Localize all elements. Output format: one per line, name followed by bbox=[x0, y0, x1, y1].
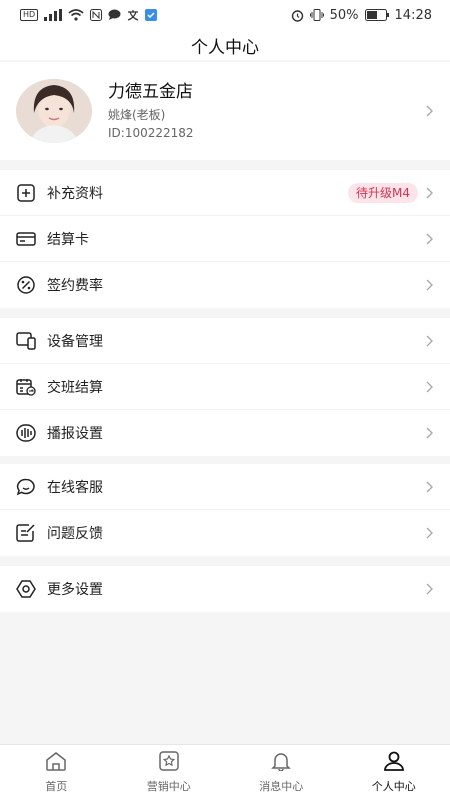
home-icon bbox=[45, 751, 67, 775]
menu-item-label: 设备管理 bbox=[47, 333, 103, 350]
user-icon bbox=[383, 751, 405, 775]
nav-bar: 个人中心 bbox=[0, 30, 450, 60]
chevron-right-icon bbox=[424, 186, 434, 200]
clock: 14:28 bbox=[394, 7, 432, 23]
status-left: HD bbox=[20, 9, 158, 21]
settings-icon bbox=[16, 579, 36, 599]
menu-group-settings: 更多设置 bbox=[0, 566, 450, 612]
menu-item-contract-rate[interactable]: 签约费率 bbox=[0, 262, 450, 308]
sound-wave-icon bbox=[16, 423, 36, 443]
chevron-right-icon bbox=[424, 380, 434, 394]
menu-item-label: 结算卡 bbox=[47, 231, 89, 248]
avatar[interactable] bbox=[16, 79, 92, 143]
alarm-icon bbox=[291, 9, 304, 22]
card-icon bbox=[16, 229, 36, 249]
menu-item-label: 更多设置 bbox=[47, 582, 103, 598]
upgrade-badge: 待升级M4 bbox=[348, 182, 418, 203]
calendar-transfer-icon bbox=[16, 377, 36, 397]
tab-label: 首页 bbox=[45, 780, 68, 793]
chat-icon bbox=[16, 477, 36, 497]
menu-item-more-settings[interactable]: 更多设置 bbox=[0, 566, 450, 612]
edit-note-icon bbox=[16, 523, 36, 543]
tab-label: 消息中心 bbox=[259, 780, 304, 793]
tab-marketing[interactable]: 营销中心 bbox=[113, 745, 226, 800]
menu-group-account: 补充资料 待升级M4 结算卡 签约费率 bbox=[0, 170, 450, 308]
percent-icon bbox=[16, 275, 36, 295]
chevron-right-icon bbox=[424, 480, 434, 494]
marketing-icon bbox=[158, 751, 180, 775]
menu-item-settlement-card[interactable]: 结算卡 bbox=[0, 216, 450, 262]
menu-item-label: 签约费率 bbox=[47, 278, 103, 294]
wifi-icon bbox=[68, 9, 84, 21]
profile-card[interactable]: 力德五金店 姚烽(老板) ID:100222182 bbox=[0, 62, 450, 160]
bell-icon bbox=[270, 751, 292, 775]
hd-badge: HD bbox=[20, 9, 39, 21]
menu-item-feedback[interactable]: 问题反馈 bbox=[0, 510, 450, 556]
bottom-tab-bar: 首页 营销中心 消息中心 个人中心 bbox=[0, 744, 450, 800]
menu-item-label: 补充资料 bbox=[47, 185, 103, 202]
status-right: 50% 14:28 bbox=[291, 8, 432, 23]
message-bubble-icon bbox=[108, 9, 121, 21]
menu-item-label: 播报设置 bbox=[47, 426, 103, 442]
status-bar: HD 50% 14:28 bbox=[0, 0, 450, 30]
translate-icon bbox=[127, 9, 139, 21]
page-title: 个人中心 bbox=[191, 37, 259, 58]
app-notification-icon bbox=[145, 9, 158, 21]
chevron-right-icon bbox=[424, 526, 434, 540]
tab-label: 营销中心 bbox=[146, 780, 191, 793]
menu-group-device: 设备管理 交班结算 播报设置 bbox=[0, 318, 450, 456]
owner-name: 姚烽(老板) bbox=[108, 108, 166, 122]
menu-item-supplement-info[interactable]: 补充资料 待升级M4 bbox=[0, 170, 450, 216]
menu-item-broadcast-settings[interactable]: 播报设置 bbox=[0, 410, 450, 456]
menu-item-device-management[interactable]: 设备管理 bbox=[0, 318, 450, 364]
battery-percentage: 50% bbox=[329, 7, 359, 23]
chevron-right-icon bbox=[424, 426, 434, 440]
menu-item-label: 在线客服 bbox=[47, 479, 103, 496]
chevron-right-icon bbox=[424, 104, 434, 118]
cellular-signal-icon bbox=[44, 9, 63, 21]
profile-info: 力德五金店 姚烽(老板) ID:100222182 bbox=[108, 80, 424, 142]
chevron-right-icon bbox=[424, 334, 434, 348]
tab-messages[interactable]: 消息中心 bbox=[225, 745, 338, 800]
tab-profile[interactable]: 个人中心 bbox=[338, 745, 450, 800]
menu-group-support: 在线客服 问题反馈 bbox=[0, 464, 450, 556]
chevron-right-icon bbox=[424, 232, 434, 246]
battery-icon bbox=[364, 9, 389, 21]
menu-item-label: 问题反馈 bbox=[47, 526, 103, 542]
tab-home[interactable]: 首页 bbox=[0, 745, 113, 800]
menu-item-shift-settlement[interactable]: 交班结算 bbox=[0, 364, 450, 410]
add-document-icon bbox=[16, 183, 36, 203]
menu-item-online-service[interactable]: 在线客服 bbox=[0, 464, 450, 510]
chevron-right-icon bbox=[424, 582, 434, 596]
shop-name: 力德五金店 bbox=[108, 82, 193, 102]
nfc-icon bbox=[90, 9, 103, 21]
user-id: ID:100222182 bbox=[108, 126, 194, 140]
tab-label: 个人中心 bbox=[371, 780, 416, 793]
vibrate-icon bbox=[309, 9, 324, 21]
menu-item-label: 交班结算 bbox=[47, 379, 103, 396]
chevron-right-icon bbox=[424, 278, 434, 292]
device-icon bbox=[16, 331, 36, 351]
